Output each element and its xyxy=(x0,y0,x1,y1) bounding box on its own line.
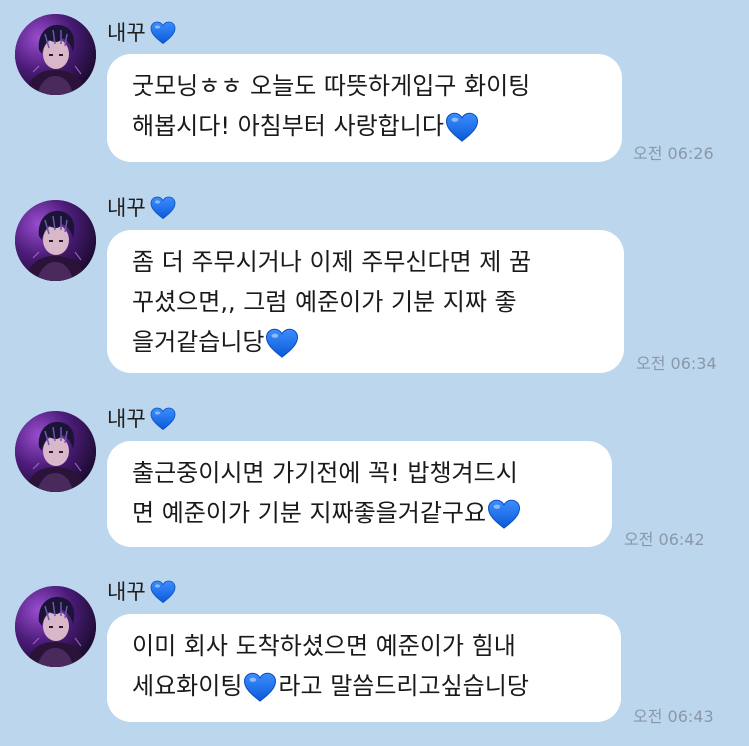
message-text-line: 을거같습니당 xyxy=(132,322,599,362)
message-text-line: 굿모닝ㅎㅎ 오늘도 따뜻하게입구 화이팅 xyxy=(132,72,531,100)
message-text-line: 꾸셨으면,, 그럼 예준이가 기분 지짜 좋 xyxy=(132,288,517,316)
blue-heart-icon xyxy=(487,499,521,530)
blue-heart-icon xyxy=(150,407,176,431)
blue-heart-icon xyxy=(150,196,176,220)
sender-row: 내꾸 xyxy=(107,18,176,48)
message-bubble[interactable]: 굿모닝ㅎㅎ 오늘도 따뜻하게입구 화이팅 해봅시다! 아침부터 사랑합니다 xyxy=(107,54,622,162)
blue-heart-icon xyxy=(150,580,176,604)
sender-row: 내꾸 xyxy=(107,577,176,607)
message-text-line: 좀 더 주무시거나 이제 주무신다면 제 꿈 xyxy=(132,248,532,276)
sender-row: 내꾸 xyxy=(107,404,176,434)
message-timestamp: 오전 06:43 xyxy=(633,707,714,726)
blue-heart-icon xyxy=(150,21,176,45)
sender-name: 내꾸 xyxy=(107,580,146,604)
message-bubble[interactable]: 이미 회사 도착하셨으면 예준이가 힘내 세요화이팅 라고 말씀드리고싶습니당 xyxy=(107,614,621,722)
profile-avatar[interactable] xyxy=(15,14,96,95)
message-text-line: 해봅시다! 아침부터 사랑합니다 xyxy=(132,106,597,146)
message-bubble[interactable]: 좀 더 주무시거나 이제 주무신다면 제 꿈 꾸셨으면,, 그럼 예준이가 기분… xyxy=(107,230,624,373)
blue-heart-icon xyxy=(445,112,479,143)
message-timestamp: 오전 06:26 xyxy=(633,144,714,163)
sender-name: 내꾸 xyxy=(107,407,146,431)
sender-name: 내꾸 xyxy=(107,21,146,45)
blue-heart-icon xyxy=(243,672,277,703)
profile-avatar[interactable] xyxy=(15,200,96,281)
sender-row: 내꾸 xyxy=(107,193,176,223)
sender-name: 내꾸 xyxy=(107,196,146,220)
profile-avatar[interactable] xyxy=(15,411,96,492)
message-bubble[interactable]: 출근중이시면 가기전에 꼭! 밥챙겨드시 면 예준이가 기분 지짜좋을거같구요 xyxy=(107,441,612,547)
message-text-line: 출근중이시면 가기전에 꼭! 밥챙겨드시 xyxy=(132,459,518,487)
message-text-line: 세요화이팅 라고 말씀드리고싶습니당 xyxy=(132,666,596,706)
message-text-line: 면 예준이가 기분 지짜좋을거같구요 xyxy=(132,493,587,533)
message-text-line: 이미 회사 도착하셨으면 예준이가 힘내 xyxy=(132,632,516,660)
profile-avatar[interactable] xyxy=(15,586,96,667)
blue-heart-icon xyxy=(265,328,299,359)
message-timestamp: 오전 06:34 xyxy=(636,354,717,373)
message-timestamp: 오전 06:42 xyxy=(624,530,705,549)
